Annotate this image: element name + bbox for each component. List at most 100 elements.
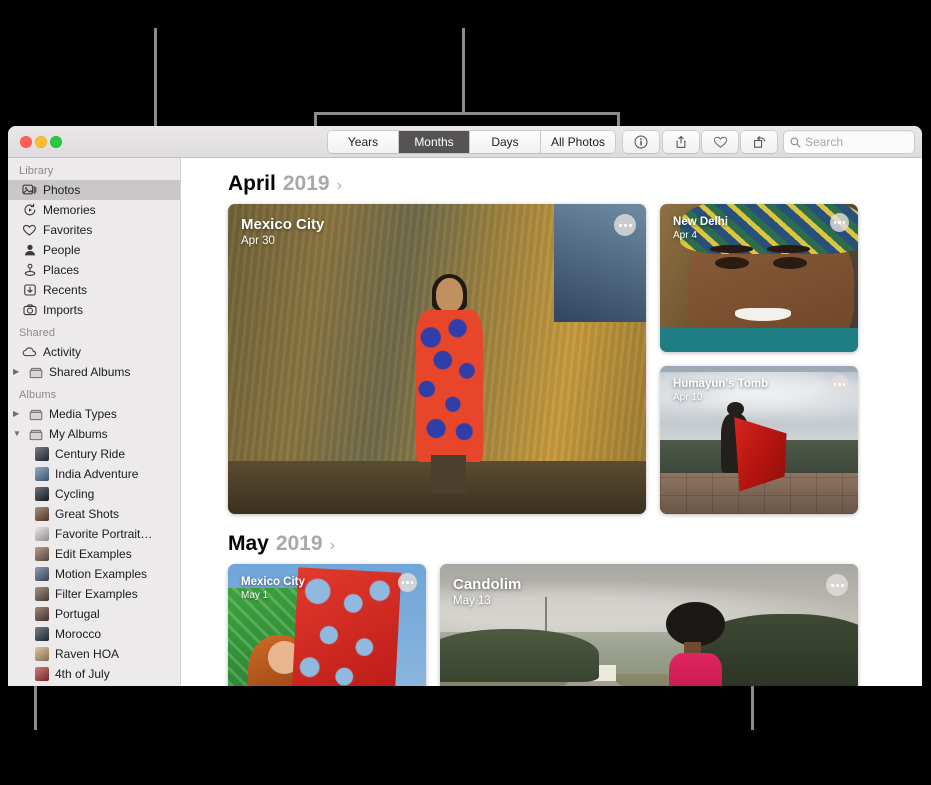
photo-card-date: May 13 [453,595,521,607]
photos-icon [22,183,37,198]
section-header-may[interactable]: May 2019 › [182,514,922,564]
sidebar-album-item[interactable]: 4th of July [8,664,180,684]
sidebar-album-item[interactable]: Raven HOA [8,644,180,664]
sidebar-album-item[interactable]: Century Ride [8,444,180,464]
photo-card-humayuns-tomb[interactable]: Humayun's Tomb Apr 10 [660,366,858,514]
sidebar-item-label: Edit Examples [55,547,132,561]
sidebar-album-item[interactable]: Motion Examples [8,564,180,584]
sidebar-item-activity[interactable]: Activity [8,342,180,362]
photo-card-candolim[interactable]: Candolim May 13 [440,564,858,686]
photo-card-label: Mexico City Apr 30 [241,216,324,247]
tab-years[interactable]: Years [328,131,399,153]
sidebar-album-item[interactable]: Cycling [8,484,180,504]
more-options-button[interactable] [830,375,849,394]
photo-row-may: Mexico City May 1 [182,564,922,686]
sidebar-item-memories[interactable]: Memories [8,200,180,220]
search-field[interactable] [784,131,914,153]
sidebar-item-media-types[interactable]: ▶ Media Types [8,404,180,424]
sidebar-album-item[interactable]: Edit Examples [8,544,180,564]
photo-card-label: New Delhi Apr 4 [673,216,728,241]
sidebar-item-label: Favorites [43,223,92,237]
album-icon [28,427,43,442]
my-albums-list[interactable]: Century Ride India Adventure CyclingGreat … [8,444,180,684]
share-icon [674,135,688,149]
photo-card-date: Apr 30 [241,235,324,247]
sidebar-album-item[interactable]: Morocco [8,624,180,644]
sidebar-item-label: My Albums [49,427,108,441]
info-icon [634,135,648,149]
sidebar-album-item[interactable]: Portugal [8,604,180,624]
section-header-april[interactable]: April 2019 › [182,158,922,204]
sidebar-group-shared-title: Shared [8,320,180,342]
more-options-button[interactable] [614,214,636,236]
camera-icon [22,303,37,318]
rotate-icon [752,135,767,149]
more-options-button[interactable] [830,213,849,232]
disclosure-triangle-icon[interactable]: ▼ [13,430,22,438]
sidebar-item-imports[interactable]: Imports [8,300,180,320]
album-thumbnail [35,507,49,521]
photo-row-april: Mexico City Apr 30 [182,204,922,514]
info-button[interactable] [623,131,659,153]
view-mode-segmented-control[interactable]: Years Months Days All Photos [328,131,615,153]
tab-months[interactable]: Months [399,131,470,153]
sidebar-item-label: India Adventure [55,467,138,481]
callout-top-bracket-horizontal [314,112,620,115]
album-thumbnail [35,647,49,661]
disclosure-triangle-icon[interactable]: ▶ [13,368,22,376]
sidebar-item-photos[interactable]: Photos [8,180,180,200]
callout-top-vertical [462,28,465,114]
album-thumbnail [35,627,49,641]
sidebar[interactable]: Library Photos [8,158,181,686]
search-input[interactable] [805,135,908,149]
photo-column-right: New Delhi Apr 4 [660,204,858,514]
album-icon [28,407,43,422]
person-icon [22,243,37,258]
sidebar-item-label: Century Ride [55,447,125,461]
minimize-window-button[interactable] [35,136,47,148]
sidebar-album-item[interactable]: India Adventure [8,464,180,484]
photos-app-window: Years Months Days All Photos [8,126,922,686]
sidebar-item-recents[interactable]: Recents [8,280,180,300]
sidebar-item-label: Media Types [49,407,117,421]
sidebar-item-shared-albums[interactable]: ▶ Shared Albums [8,362,180,382]
sidebar-item-favorites[interactable]: Favorites [8,220,180,240]
photo-card-new-delhi[interactable]: New Delhi Apr 4 [660,204,858,352]
sidebar-album-item[interactable]: Filter Examples [8,584,180,604]
section-year: 2019 [283,172,330,196]
cloud-icon [22,345,37,360]
sidebar-item-people[interactable]: People [8,240,180,260]
chevron-right-icon[interactable]: › [330,537,335,555]
sidebar-item-label: Portugal [55,607,100,621]
photo-card-title: Mexico City [241,576,305,588]
photo-card-mexico-city-apr[interactable]: Mexico City Apr 30 [228,204,646,514]
album-thumbnail [35,527,49,541]
tab-all-photos[interactable]: All Photos [541,131,615,153]
more-options-button[interactable] [826,574,848,596]
album-thumbnail [35,487,49,501]
download-icon [22,283,37,298]
search-icon [790,137,801,148]
sidebar-album-item[interactable]: Great Shots [8,504,180,524]
sidebar-item-label: Raven HOA [55,647,119,661]
disclosure-triangle-icon[interactable]: ▶ [13,410,22,418]
photo-card-label: Humayun's Tomb Apr 10 [673,378,768,403]
chevron-right-icon[interactable]: › [337,177,342,195]
album-thumbnail [35,667,49,681]
sidebar-item-my-albums[interactable]: ▼ My Albums [8,424,180,444]
rotate-button[interactable] [741,131,777,153]
share-button[interactable] [663,131,699,153]
photo-card-date: Apr 4 [673,230,728,241]
sidebar-item-places[interactable]: Places [8,260,180,280]
sidebar-group-albums-title: Albums [8,382,180,404]
favorite-button[interactable] [702,131,738,153]
close-window-button[interactable] [20,136,32,148]
photos-grid[interactable]: April 2019 › Mexico City [182,158,922,686]
more-options-button[interactable] [398,573,417,592]
photo-card-label: Mexico City May 1 [241,576,305,601]
photo-card-mexico-city-may[interactable]: Mexico City May 1 [228,564,426,686]
zoom-window-button[interactable] [50,136,62,148]
sidebar-album-item[interactable]: Favorite Portrait… [8,524,180,544]
tab-days[interactable]: Days [470,131,541,153]
heart-icon [713,135,728,149]
